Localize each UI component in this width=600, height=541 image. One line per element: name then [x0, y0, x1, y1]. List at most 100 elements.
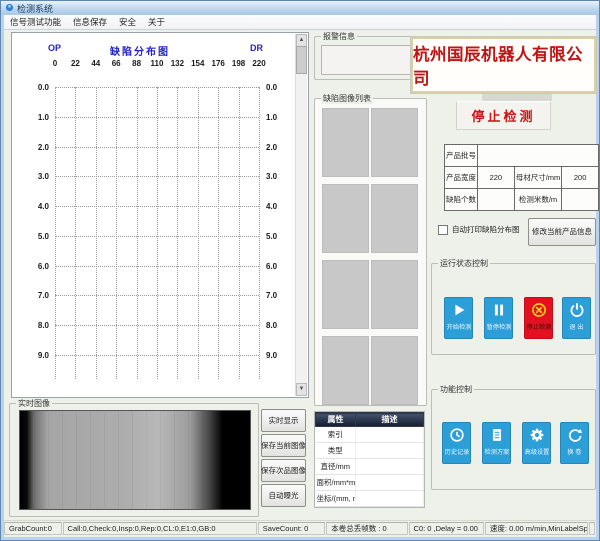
live-image-panel: 实时图像: [9, 403, 259, 517]
attribute-cell: [356, 491, 424, 507]
exit-button[interactable]: 退 出: [562, 297, 591, 339]
stop-x-icon: [530, 301, 548, 319]
chart-gridline-h: [55, 355, 259, 356]
width-label: 产品宽度: [445, 167, 478, 189]
attribute-cell: 直径/mm: [316, 459, 356, 475]
run-control-title: 运行状态控制: [438, 258, 490, 269]
status-segment: 速度: 0.00 m/min,MinLabelSpeed: 1.00: [485, 522, 588, 535]
attr-col-header: 属性: [316, 413, 356, 427]
desc-col-header: 描述: [356, 413, 424, 427]
attribute-row: 直径/mm: [316, 459, 424, 475]
document-icon: [488, 426, 506, 444]
defect-thumbnail[interactable]: [322, 108, 369, 177]
chart-gridline-h: [55, 176, 259, 177]
scrollbar-thumb[interactable]: [296, 46, 307, 74]
menu-info-save[interactable]: 信息保存: [73, 16, 107, 28]
history-button[interactable]: 历史记录: [442, 422, 471, 464]
alarm-info-title: 报警信息: [321, 31, 357, 42]
pause-icon: [490, 301, 508, 319]
start-detect-button[interactable]: 开始检测: [444, 297, 473, 339]
detect-status-label: 停止检测: [456, 101, 551, 130]
modify-product-info-button[interactable]: 修改当前产品信息: [528, 218, 596, 246]
pause-detect-label: 暂停检测: [486, 321, 511, 331]
detect-plan-button[interactable]: 检测方案: [482, 422, 511, 464]
menu-about[interactable]: 关于: [148, 16, 165, 28]
refresh-icon: [566, 426, 584, 444]
gear-icon: [528, 426, 546, 444]
chart-dr-label: DR: [250, 43, 263, 53]
batch-label: 产品批号: [445, 145, 478, 167]
material-value: 200: [562, 167, 599, 189]
defect-thumbnail[interactable]: [322, 184, 369, 253]
auto-print-checkbox[interactable]: 自动打印缺陷分布图: [438, 224, 520, 235]
auto-exposure-button[interactable]: 自动曝光: [261, 484, 306, 507]
chart-gridline-h: [55, 295, 259, 296]
chart-gridline-v: [116, 87, 117, 379]
run-control-panel: 运行状态控制 开始检测 暂停检测 停止检测 退 出: [431, 263, 596, 355]
chart-gridline-h: [55, 266, 259, 267]
company-banner: 杭州国辰机器人有限公司: [411, 37, 596, 93]
attribute-cell: [356, 459, 424, 475]
chart-gridline-v: [157, 87, 158, 379]
defect-image-list-title: 缺陷图像列表: [321, 93, 373, 104]
live-camera-image: [19, 410, 251, 510]
history-label: 历史记录: [444, 446, 469, 456]
status-segment: 本卷总丢帧数 : 0: [326, 522, 407, 535]
company-name: 杭州国辰机器人有限公司: [413, 41, 594, 89]
change-roll-button[interactable]: 换 卷: [560, 422, 589, 464]
chart-gridline-v: [96, 87, 97, 379]
scrollbar-down-icon[interactable]: ▼: [296, 383, 307, 396]
realtime-display-button[interactable]: 实时显示: [261, 409, 306, 432]
defect-thumbnail[interactable]: [371, 336, 418, 405]
pause-detect-button[interactable]: 暂停检测: [484, 297, 513, 339]
chart-y-tick-label: 6.0: [23, 262, 49, 271]
chart-y-tick-label: 4.0: [23, 202, 49, 211]
meters-value: [562, 189, 599, 211]
chart-y-tick-label: 3.0: [266, 172, 292, 181]
title-bar[interactable]: 检测系统: [1, 1, 599, 15]
product-info-table: 产品批号 产品宽度 220 母材尺寸/mm 200 缺陷个数 检测米数/m: [444, 144, 599, 211]
chart-y-tick-label: 8.0: [266, 321, 292, 330]
exit-label: 退 出: [569, 321, 583, 331]
checkbox-icon[interactable]: [438, 225, 448, 235]
power-icon: [568, 301, 586, 319]
function-control-panel: 功能控制 历史记录 检测方案 高级设置 换 卷: [431, 389, 596, 490]
defect-thumbnail[interactable]: [322, 336, 369, 405]
defect-image-grid: [322, 108, 416, 405]
change-roll-label: 换 卷: [567, 446, 581, 456]
width-value: 220: [478, 167, 515, 189]
chart-y-tick-label: 2.0: [23, 143, 49, 152]
app-window: 检测系统 信号测试功能 信息保存 安全 关于 OP 缺陷分布图 DR ▲ ▼ 0…: [0, 0, 600, 541]
defect-thumbnail[interactable]: [371, 260, 418, 329]
defect-thumbnail[interactable]: [371, 184, 418, 253]
chart-gridline-v: [137, 87, 138, 379]
stop-detect-button[interactable]: 停止检测: [524, 297, 553, 339]
chart-x-tick-label: 220: [247, 59, 271, 68]
chart-y-tick-label: 2.0: [266, 143, 292, 152]
defect-thumbnail[interactable]: [322, 260, 369, 329]
status-segment: SaveCount: 0: [258, 522, 325, 535]
chart-y-tick-label: 1.0: [23, 113, 49, 122]
chart-y-tick-label: 0.0: [23, 83, 49, 92]
chart-y-tick-label: 8.0: [23, 321, 49, 330]
chart-scrollbar[interactable]: ▲ ▼: [295, 34, 307, 396]
chart-gridline-v: [259, 87, 260, 379]
auto-print-label: 自动打印缺陷分布图: [452, 224, 520, 235]
menu-security[interactable]: 安全: [119, 16, 136, 28]
chart-y-tick-label: 7.0: [23, 291, 49, 300]
menu-signal-test[interactable]: 信号测试功能: [10, 16, 61, 28]
history-clock-icon: [448, 426, 466, 444]
meters-label: 检测米数/m: [514, 189, 562, 211]
save-defect-image-button[interactable]: 保存次品图像: [261, 459, 306, 482]
status-segment: GrabCount:0: [4, 522, 62, 535]
chart-y-tick-label: 9.0: [266, 351, 292, 360]
defect-thumbnail[interactable]: [371, 108, 418, 177]
chart-gridline-h: [55, 325, 259, 326]
attribute-row: 坐标/(mm, m): [316, 491, 424, 507]
attribute-cell: [356, 475, 424, 491]
attribute-cell: [356, 443, 424, 459]
save-current-image-button[interactable]: 保存当前图像: [261, 434, 306, 457]
attribute-cell: [356, 427, 424, 443]
attribute-row: 类型: [316, 443, 424, 459]
advanced-settings-button[interactable]: 高级设置: [522, 422, 551, 464]
